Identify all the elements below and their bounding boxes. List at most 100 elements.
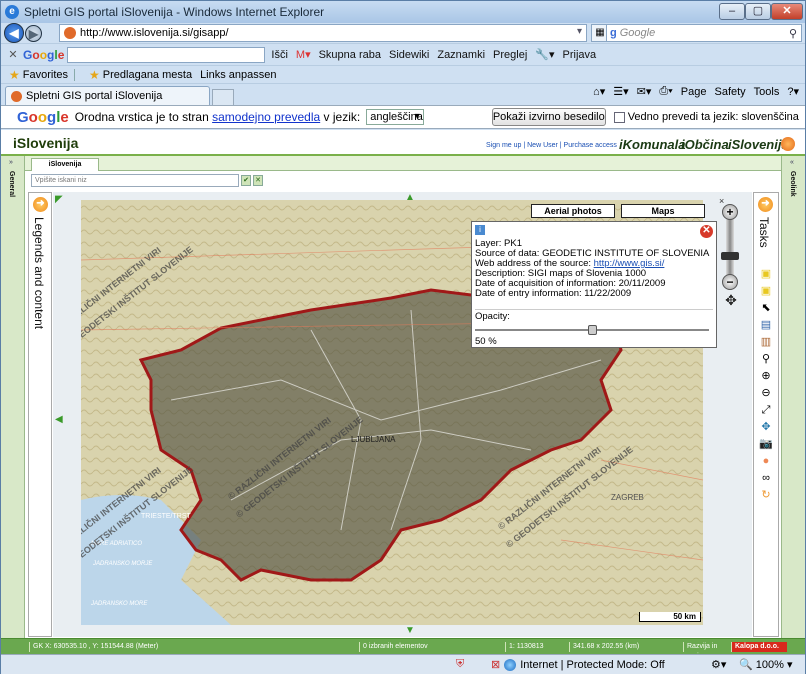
refresh-tool-icon[interactable]: ↻ xyxy=(759,488,773,502)
language-select[interactable]: angleščina xyxy=(366,109,424,125)
tab-favicon-icon xyxy=(11,90,22,102)
safety-menu[interactable]: Safety xyxy=(714,86,745,98)
favorites-button[interactable]: Favorites xyxy=(23,69,68,81)
pan-south-icon[interactable]: ▼ xyxy=(405,625,415,636)
search-icon[interactable]: ⚲ xyxy=(789,27,797,40)
auto-translated-link[interactable]: samodejno prevedla xyxy=(212,110,320,124)
maps-button[interactable]: Maps xyxy=(621,204,705,218)
search-clear-button[interactable]: ✕ xyxy=(253,175,263,186)
browser-search-input[interactable]: g Google ⚲ xyxy=(606,24,802,42)
mail-icon[interactable]: ✉▾ xyxy=(637,85,652,98)
select-icon[interactable]: ⬉ xyxy=(759,301,773,315)
pan-north-icon[interactable]: ▲ xyxy=(405,192,415,203)
bookmarks-button[interactable]: Zaznamki xyxy=(437,49,485,61)
scale-readout: 1: 1130813 xyxy=(505,642,569,652)
site-favicon-icon xyxy=(64,27,76,39)
customize-links-link[interactable]: Links anpassen xyxy=(200,69,276,81)
add-favorite-icon[interactable]: ★ xyxy=(89,68,100,82)
opacity-label: Opacity: xyxy=(475,311,510,322)
kalopa-link[interactable]: Kalopa d.o.o. xyxy=(731,642,787,652)
map-view[interactable]: LJUBLJANA ZAGREB TRIESTE/TRST MARE ADRIA… xyxy=(53,192,752,637)
brand-iobcina[interactable]: iObčina xyxy=(681,137,729,152)
dropdown-icon[interactable]: ▾ xyxy=(577,26,582,37)
zoom-control: × + − ✥ xyxy=(719,196,741,324)
sign-in-button[interactable]: Prijava xyxy=(563,49,597,61)
report-icon[interactable]: ▥ xyxy=(759,335,773,349)
minimize-button[interactable]: – xyxy=(719,3,745,20)
suggested-sites-link[interactable]: Predlagana mesta xyxy=(103,69,192,81)
google-search-input[interactable] xyxy=(67,46,266,63)
full-extent-icon[interactable]: ⤢ xyxy=(759,403,773,417)
pan-arrows-icon[interactable]: ✥ xyxy=(721,292,741,312)
pan-tool-icon[interactable]: ✥ xyxy=(759,420,773,434)
zoom-level[interactable]: 🔍 100% ▾ xyxy=(739,658,792,671)
checkbox-box[interactable] xyxy=(613,111,625,123)
opacity-slider[interactable] xyxy=(475,325,709,335)
search-go-button[interactable]: ✔ xyxy=(241,175,251,186)
globe-icon[interactable]: ● xyxy=(759,454,773,468)
tasks-panel[interactable]: ➜ Tasks ▣ ▣ ⬉ ▤ ▥ ⚲ ⊕ ⊖ ⤢ ✥ 📷 ● ∞ ↻ xyxy=(753,192,779,637)
zoom-in-tool-icon[interactable]: ⊕ xyxy=(759,369,773,383)
arrow-right-icon[interactable]: ➜ xyxy=(33,197,48,212)
brand-ikomunala[interactable]: iKomunala xyxy=(619,137,685,152)
help-icon[interactable]: ?▾ xyxy=(787,85,799,98)
close-button[interactable]: ✕ xyxy=(771,3,803,20)
pan-west-icon[interactable]: ◀ xyxy=(55,414,63,425)
zoom-slider-knob[interactable] xyxy=(721,252,739,260)
title-bar: e Spletni GIS portal iSlovenija - Window… xyxy=(1,1,805,23)
maximize-button[interactable]: ▢ xyxy=(745,3,771,20)
gmail-icon[interactable]: M▾ xyxy=(296,48,311,61)
map-search-input[interactable]: Vpišite iskani niz xyxy=(31,174,239,187)
google-search-button[interactable]: Išči xyxy=(271,49,288,61)
expand-right-icon[interactable]: « xyxy=(790,159,794,166)
table-icon[interactable]: ▤ xyxy=(759,318,773,332)
show-original-button[interactable]: Pokaži izvirno besedilo xyxy=(491,108,606,126)
zoom-in-icon[interactable]: + xyxy=(722,204,738,220)
forward-icon[interactable]: ▶ xyxy=(25,24,42,42)
page-menu[interactable]: Page xyxy=(681,86,707,98)
url-field[interactable]: http://www.islovenija.si/gisapp/ ▾ xyxy=(59,24,587,42)
general-label: General xyxy=(8,171,15,198)
check-button[interactable]: Preglej xyxy=(493,49,527,61)
tab-islovenija[interactable]: Spletni GIS portal iSlovenija xyxy=(5,86,210,105)
popup-close-icon[interactable]: ✕ xyxy=(700,225,713,238)
account-links[interactable]: Sign me up | New User | Purchase access xyxy=(486,142,617,149)
expand-left-icon[interactable]: » xyxy=(9,159,13,166)
coords-readout: GK X: 630535.10 , Y: 151544.88 (Meter) xyxy=(29,642,359,652)
blocked-icon[interactable]: ⊠ xyxy=(491,658,500,671)
find-icon[interactable]: ⚲ xyxy=(759,352,773,366)
always-translate-label: Vedno prevedi ta jezik: slovenščina xyxy=(627,111,799,123)
pan-nw-icon[interactable]: ◤ xyxy=(55,194,63,205)
print-icon[interactable]: ⎙▾ xyxy=(659,85,672,98)
google-translate-logo: Google xyxy=(17,108,69,126)
legends-panel[interactable]: ➜ Legends and content xyxy=(28,192,52,637)
link-icon[interactable]: ∞ xyxy=(759,471,773,485)
feeds-icon[interactable]: ☰▾ xyxy=(613,85,628,98)
home-icon[interactable]: ⌂▾ xyxy=(593,85,605,98)
security-icon[interactable]: ⛨ xyxy=(456,658,464,671)
general-sidebar[interactable]: » General xyxy=(1,156,25,638)
opacity-knob[interactable] xyxy=(588,325,597,335)
zoom-out-tool-icon[interactable]: ⊖ xyxy=(759,386,773,400)
tools-menu[interactable]: Tools xyxy=(754,86,780,98)
delete-note-icon[interactable]: ▣ xyxy=(759,284,773,298)
share-button[interactable]: Skupna raba xyxy=(319,49,381,61)
aerial-photos-button[interactable]: Aerial photos xyxy=(531,204,615,218)
camera-icon[interactable]: 📷 xyxy=(759,437,773,451)
arrow-left-icon[interactable]: ➜ xyxy=(758,197,773,212)
new-tab-button[interactable] xyxy=(212,89,234,105)
sticky-note-icon[interactable]: ▣ xyxy=(759,267,773,281)
brand-islovenija[interactable]: iSlovenija xyxy=(728,137,789,152)
geolink-sidebar[interactable]: « Geolink xyxy=(781,156,805,638)
zone-text[interactable]: Internet | Protected Mode: Off xyxy=(520,659,665,671)
zoom-close-icon[interactable]: × xyxy=(719,196,724,206)
layer-info-popup: i ✕ Layer: PK1 Source of data: GEODETIC … xyxy=(471,221,717,348)
zoom-out-icon[interactable]: − xyxy=(722,274,738,290)
always-translate-checkbox[interactable]: Vedno prevedi ta jezik: slovenščina xyxy=(613,111,799,123)
wrench-icon[interactable]: 🔧▾ xyxy=(535,48,554,61)
settings-icon[interactable]: ⚙▾ xyxy=(711,658,726,671)
tab-islovenija-app[interactable]: iSlovenija xyxy=(31,158,99,171)
sidewiki-button[interactable]: Sidewiki xyxy=(389,49,429,61)
toolbar-close-icon[interactable]: ✕ xyxy=(6,48,20,61)
back-icon[interactable]: ◀ xyxy=(4,23,24,43)
